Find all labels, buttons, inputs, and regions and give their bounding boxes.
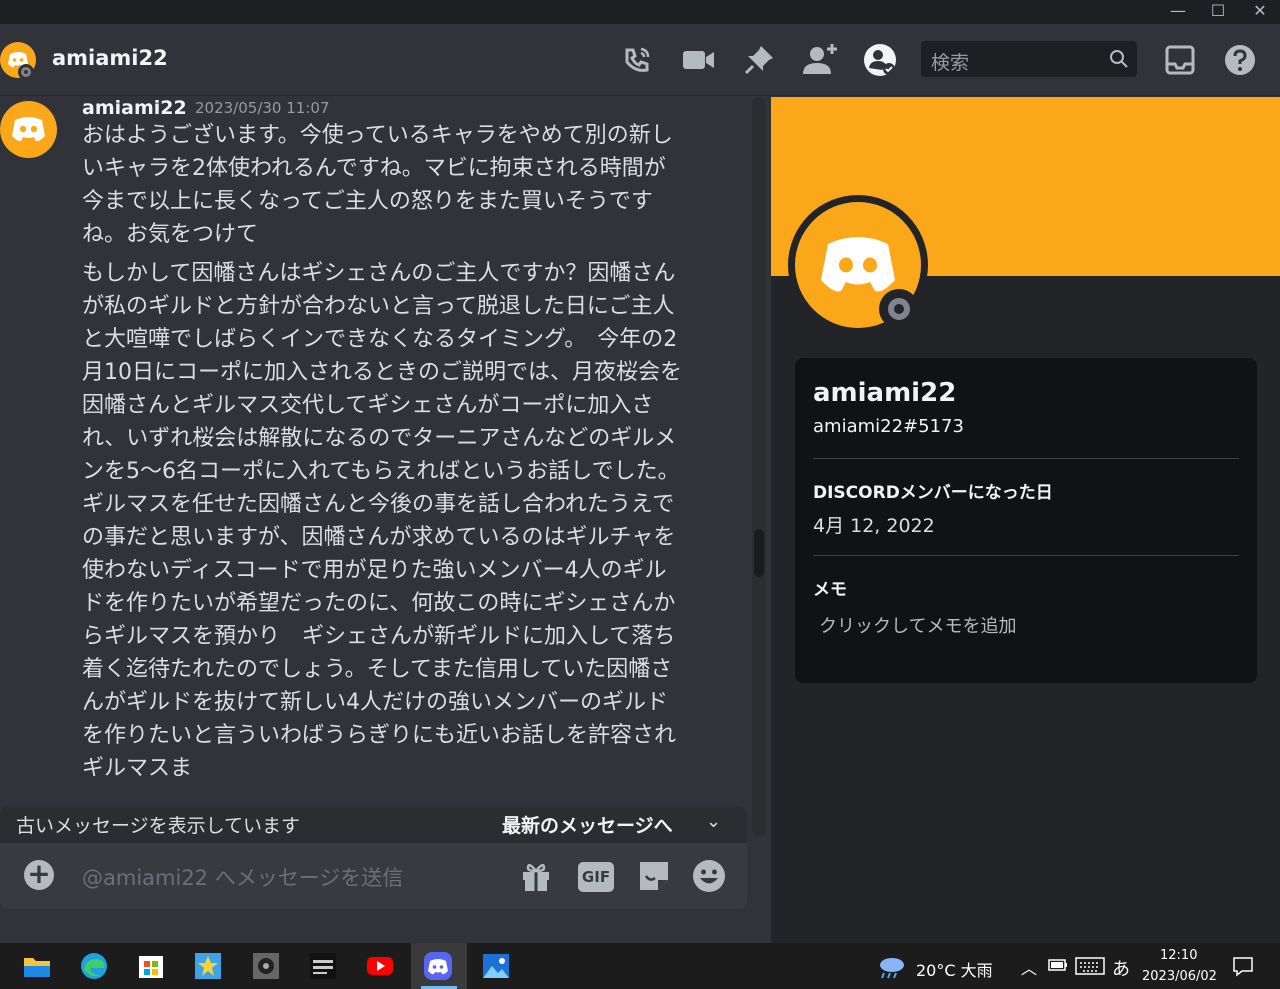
offline-status-icon bbox=[879, 289, 919, 329]
profile-toggle-icon[interactable] bbox=[860, 40, 900, 80]
weather-text[interactable]: 20°C 大雨 bbox=[916, 957, 993, 981]
star-app-icon[interactable] bbox=[190, 948, 226, 984]
ime-indicator[interactable]: あ bbox=[1112, 955, 1130, 981]
minimize-button[interactable]: — bbox=[1158, 0, 1198, 24]
puzzle-app-icon[interactable] bbox=[248, 948, 284, 984]
clock-date[interactable]: 2023/06/02 bbox=[1142, 969, 1217, 984]
scrollbar-track[interactable] bbox=[752, 97, 766, 837]
wiki-app-icon[interactable] bbox=[305, 948, 341, 984]
edge-icon[interactable] bbox=[76, 948, 112, 984]
call-icon[interactable] bbox=[617, 40, 657, 80]
divider bbox=[813, 458, 1239, 459]
discord-logo-icon bbox=[12, 117, 45, 142]
avatar[interactable] bbox=[0, 101, 57, 158]
photos-icon[interactable] bbox=[478, 948, 514, 984]
message-paragraph: おはようございます。今使っているキャラをやめて別の新しいキャラを2体使われるんで… bbox=[82, 123, 673, 247]
store-icon[interactable] bbox=[133, 948, 169, 984]
profile-display-name: amiami22 bbox=[813, 378, 957, 408]
profile-card: amiami22 amiami22#5173 DISCORDメンバーになった日 … bbox=[795, 358, 1257, 683]
message-content: おはようございます。今使っているキャラをやめて別の新しいキャラを2体使われるんで… bbox=[82, 119, 691, 791]
chevron-down-icon[interactable]: ⌄ bbox=[706, 811, 721, 832]
member-since-date: 4月 12, 2022 bbox=[813, 515, 935, 537]
clock-time[interactable]: 12:10 bbox=[1160, 948, 1197, 963]
dm-header: amiami22 検索 bbox=[0, 24, 1280, 96]
discord-icon[interactable] bbox=[420, 948, 456, 984]
message-paragraph: もしかして因幡さんはギシェさんのご主人ですか？因幡さんが私のギルドと方針が合わな… bbox=[82, 261, 691, 781]
divider bbox=[813, 555, 1239, 556]
viewing-older-messages-label: 古いメッセージを表示しています bbox=[16, 815, 301, 837]
channel-title: amiami22 bbox=[52, 46, 168, 70]
profile-tag: amiami22#5173 bbox=[813, 416, 964, 437]
message-timestamp: 2023/05/30 11:07 bbox=[195, 99, 330, 117]
add-friend-icon[interactable] bbox=[800, 40, 840, 80]
pin-icon[interactable] bbox=[739, 40, 779, 80]
note-input[interactable]: クリックしてメモを追加 bbox=[819, 612, 1016, 638]
message-input[interactable]: @amiami22 へメッセージを送信 bbox=[82, 862, 403, 892]
file-explorer-icon[interactable] bbox=[19, 948, 55, 984]
help-icon[interactable] bbox=[1220, 40, 1260, 80]
emoji-icon[interactable] bbox=[691, 858, 727, 894]
gift-icon[interactable] bbox=[518, 858, 554, 894]
search-input[interactable]: 検索 bbox=[921, 41, 1137, 77]
youtube-icon[interactable] bbox=[362, 948, 398, 984]
notification-icon[interactable] bbox=[1232, 955, 1254, 977]
window-titlebar: — ☐ ✕ bbox=[0, 0, 1280, 24]
message-composer[interactable]: + @amiami22 へメッセージを送信 GIF bbox=[0, 843, 747, 909]
scrollbar-thumb[interactable] bbox=[754, 529, 764, 577]
maximize-button[interactable]: ☐ bbox=[1198, 0, 1238, 24]
windows-taskbar: 20°C 大雨 ︿ あ 12:10 2023/06/02 bbox=[0, 943, 1280, 989]
note-heading: メモ bbox=[813, 580, 847, 600]
close-window-button[interactable]: ✕ bbox=[1240, 0, 1280, 24]
offline-status-icon bbox=[18, 64, 34, 80]
video-icon[interactable] bbox=[678, 40, 718, 80]
tray-chevron-up-icon[interactable]: ︿ bbox=[1021, 955, 1037, 979]
weather-icon[interactable] bbox=[876, 951, 908, 981]
search-icon bbox=[1110, 50, 1128, 68]
search-placeholder: 検索 bbox=[931, 52, 970, 74]
jump-to-present-bar[interactable]: 古いメッセージを表示しています 最新のメッセージへ ⌄ bbox=[0, 807, 747, 843]
gif-button[interactable]: GIF bbox=[578, 862, 614, 892]
user-profile-panel: amiami22 amiami22#5173 DISCORDメンバーになった日 … bbox=[771, 97, 1280, 943]
message-author[interactable]: amiami22 bbox=[82, 97, 187, 119]
keyboard-icon[interactable] bbox=[1075, 957, 1105, 975]
battery-icon[interactable] bbox=[1048, 957, 1068, 973]
member-since-heading: DISCORDメンバーになった日 bbox=[813, 483, 1053, 503]
jump-to-present-button[interactable]: 最新のメッセージへ bbox=[502, 811, 673, 838]
inbox-icon[interactable] bbox=[1160, 40, 1200, 80]
upload-plus-button[interactable]: + bbox=[24, 860, 54, 890]
sticker-icon[interactable] bbox=[636, 858, 672, 894]
